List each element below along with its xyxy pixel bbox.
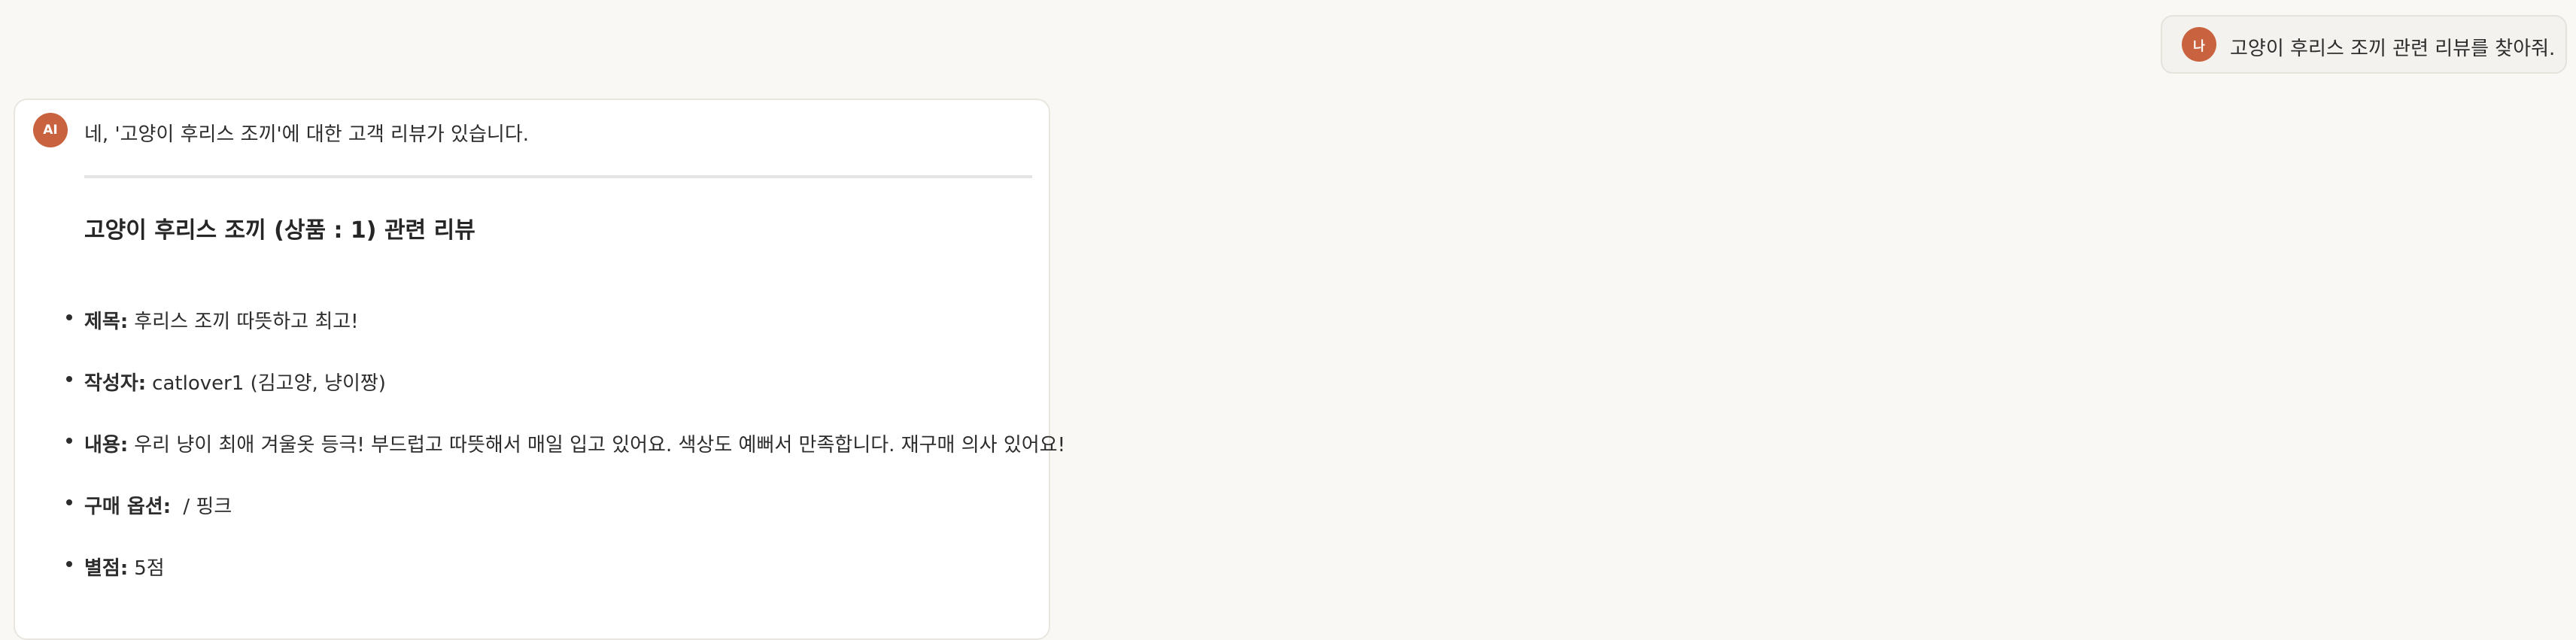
field-label: 작성자:	[84, 372, 147, 395]
divider	[84, 175, 1032, 178]
review-field-author: 작성자: catlover1 (김고양, 냥이짱)	[66, 368, 386, 396]
bullet-icon	[66, 561, 72, 567]
review-field-title: 제목: 후리스 조끼 따뜻하고 최고!	[66, 306, 359, 334]
ai-response-card: AI 네, '고양이 후리스 조끼'에 대한 고객 리뷰가 있습니다. 고양이 …	[14, 99, 1065, 640]
bullet-icon	[66, 499, 72, 505]
ai-intro-text: 네, '고양이 후리스 조끼'에 대한 고객 리뷰가 있습니다.	[84, 123, 529, 146]
field-value: 5점	[134, 557, 165, 580]
bullet-icon	[66, 376, 72, 382]
review-field-content: 내용: 우리 냥이 최애 겨울옷 등극! 부드럽고 따뜻해서 매일 입고 있어요.…	[66, 429, 1065, 457]
field-value: 후리스 조끼 따뜻하고 최고!	[134, 311, 359, 333]
review-field-rating: 별점: 5점	[66, 553, 165, 581]
ai-avatar: AI	[33, 113, 68, 147]
user-message-text: 고양이 후리스 조끼 관련 리뷰를 찾아줘.	[2230, 38, 2556, 60]
review-heading: 고양이 후리스 조끼 (상품 : 1) 관련 리뷰	[84, 217, 475, 244]
bullet-icon	[66, 314, 72, 320]
field-value: 우리 냥이 최애 겨울옷 등극! 부드럽고 따뜻해서 매일 입고 있어요. 색상…	[134, 434, 1065, 456]
user-message-bubble: 나 고양이 후리스 조끼 관련 리뷰를 찾아줘.	[2161, 15, 2567, 74]
bullet-icon	[66, 438, 72, 444]
field-label: 별점:	[84, 557, 129, 580]
review-field-option: 구매 옵션: / 핑크	[66, 491, 232, 519]
field-value: / 핑크	[177, 496, 232, 518]
field-value: catlover1 (김고양, 냥이짱)	[152, 372, 386, 395]
user-avatar: 나	[2182, 27, 2216, 62]
field-label: 구매 옵션:	[84, 496, 172, 518]
field-label: 제목:	[84, 311, 129, 333]
field-label: 내용:	[84, 434, 129, 456]
